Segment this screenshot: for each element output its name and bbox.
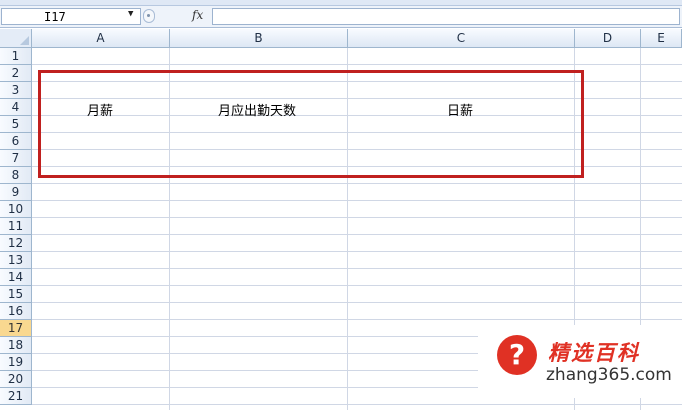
watermark: ? 精选百科 zhang365.com: [478, 325, 682, 398]
row-header-12[interactable]: 12: [0, 235, 32, 252]
row-header-9[interactable]: 9: [0, 184, 32, 201]
row-header-15[interactable]: 15: [0, 286, 32, 303]
cell-a4[interactable]: 月薪: [87, 100, 113, 119]
row-header-6[interactable]: 6: [0, 133, 32, 150]
select-all-button[interactable]: [0, 29, 32, 48]
row-header-16[interactable]: 16: [0, 303, 32, 320]
name-box-dropdown-icon[interactable]: ▼: [128, 9, 133, 19]
row-header-17[interactable]: 17: [0, 320, 32, 337]
row-header-2[interactable]: 2: [0, 65, 32, 82]
row-header-18[interactable]: 18: [0, 337, 32, 354]
cell-c4[interactable]: 日薪: [447, 100, 473, 119]
row-header-14[interactable]: 14: [0, 269, 32, 286]
name-box-value: I17: [44, 10, 66, 24]
cell-b4[interactable]: 月应出勤天数: [218, 100, 296, 119]
row-header-13[interactable]: 13: [0, 252, 32, 269]
name-box[interactable]: I17 ▼: [1, 8, 141, 25]
row-header-10[interactable]: 10: [0, 201, 32, 218]
column-header-a[interactable]: A: [32, 29, 170, 48]
column-header-d[interactable]: D: [575, 29, 641, 48]
row-header-3[interactable]: 3: [0, 82, 32, 99]
formula-input[interactable]: [212, 8, 680, 25]
row-header-11[interactable]: 11: [0, 218, 32, 235]
row-header-20[interactable]: 20: [0, 371, 32, 388]
row-header-21[interactable]: 21: [0, 388, 32, 405]
formula-bar-resize-handle[interactable]: [143, 9, 155, 23]
row-header-7[interactable]: 7: [0, 150, 32, 167]
row-header-8[interactable]: 8: [0, 167, 32, 184]
insert-function-button[interactable]: fx: [192, 8, 203, 22]
column-header-b[interactable]: B: [170, 29, 348, 48]
watermark-site: zhang365.com: [546, 365, 672, 385]
watermark-title: 精选百科: [548, 341, 640, 365]
formula-bar: I17 ▼ fx: [0, 6, 682, 28]
row-header-1[interactable]: 1: [0, 48, 32, 65]
question-mark-icon: ?: [497, 335, 537, 375]
row-header-4[interactable]: 4: [0, 99, 32, 116]
row-header-5[interactable]: 5: [0, 116, 32, 133]
column-header-c[interactable]: C: [348, 29, 575, 48]
row-header-19[interactable]: 19: [0, 354, 32, 371]
column-header-e[interactable]: E: [641, 29, 682, 48]
